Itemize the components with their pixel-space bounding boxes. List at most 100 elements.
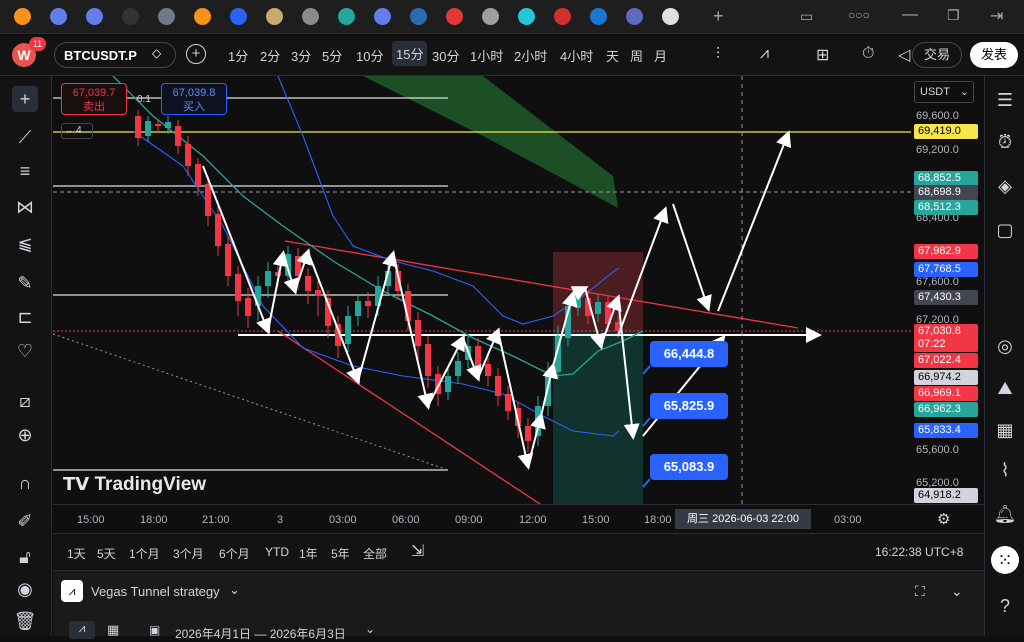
date-range-text[interactable]: 2026年4月1日 — 2026年6月3日	[175, 625, 346, 642]
range-7[interactable]: 1年	[299, 545, 318, 562]
timeframe-2[interactable]: 2分	[260, 46, 280, 65]
range-2[interactable]: 5天	[97, 545, 116, 562]
browser-tab-18[interactable]	[626, 8, 643, 25]
range-3[interactable]: 1个月	[129, 545, 160, 562]
lock-drawing-icon[interactable]: ✐	[12, 508, 38, 534]
timeframe-6[interactable]: 15分	[392, 41, 428, 66]
fib-retracement-icon[interactable]: ≡	[12, 158, 38, 184]
restore-icon[interactable]: ❐	[947, 7, 960, 24]
strategy-name[interactable]: Vegas Tunnel strategy	[91, 584, 220, 599]
heart-icon[interactable]: ♡	[12, 338, 38, 364]
layout-grid-icon[interactable]: ⊞	[816, 45, 829, 65]
magnet-icon[interactable]: ∩	[12, 470, 38, 496]
browser-tab-1[interactable]	[14, 8, 31, 25]
zoom-in-icon[interactable]: ⊕	[12, 422, 38, 448]
mountain-icon[interactable]: ⛰︎	[991, 374, 1019, 402]
exit-icon[interactable]: ⇥	[990, 6, 1003, 26]
range-9[interactable]: 全部	[363, 545, 387, 562]
prediction-icon[interactable]: ⫹	[12, 230, 38, 256]
browser-tab-9[interactable]	[302, 8, 319, 25]
timeframe-11[interactable]: 天	[606, 46, 619, 65]
clock-text[interactable]: 16:22:38 UTC+8	[875, 545, 963, 559]
browser-tab-7[interactable]	[230, 8, 247, 25]
calendar-icon[interactable]: ▦	[991, 416, 1019, 444]
browser-tab-16[interactable]	[554, 8, 571, 25]
timeframe-1[interactable]: 1分	[228, 46, 248, 65]
publish-button[interactable]: 发表	[970, 42, 1018, 68]
new-tab-icon[interactable]: +	[713, 6, 724, 27]
add-symbol-button[interactable]: +	[186, 44, 206, 64]
timeframe-7[interactable]: 30分	[432, 46, 459, 65]
trade-button[interactable]: 交易	[912, 42, 962, 68]
browser-tab-13[interactable]	[446, 8, 463, 25]
chart-view-button[interactable]: ⩘	[69, 621, 95, 639]
watchlist-icon[interactable]: ☰	[991, 86, 1019, 114]
range-8[interactable]: 5年	[331, 545, 350, 562]
chevron-down-icon[interactable]: ⌄	[365, 622, 375, 636]
buy-button[interactable]: 67,039.8 买入	[161, 83, 227, 115]
browser-tab-5[interactable]	[158, 8, 175, 25]
indicators-icon[interactable]: ⩘	[760, 45, 769, 63]
chat-icon[interactable]: ▢	[991, 216, 1019, 244]
browser-tab-17[interactable]	[590, 8, 607, 25]
price-axis[interactable]: USDT ⌄ 69,600.069,200.068,800.068,400.06…	[911, 76, 984, 504]
brush-icon[interactable]: ✎	[12, 270, 38, 296]
collapse-panel-icon[interactable]: ⌄	[951, 583, 963, 600]
timeframe-9[interactable]: 2小时	[514, 46, 547, 65]
browser-tab-6[interactable]	[194, 8, 211, 25]
range-5[interactable]: 6个月	[219, 545, 250, 562]
eye-icon[interactable]: ◉	[12, 576, 38, 602]
chart-canvas[interactable]	[53, 76, 911, 504]
sell-button[interactable]: 67,039.7 卖出	[61, 83, 127, 115]
trash-icon[interactable]: 🗑︎	[12, 608, 38, 634]
symbol-search[interactable]: BTCUSDT.P ◇	[54, 42, 176, 68]
browser-tab-12[interactable]	[410, 8, 427, 25]
browser-tab-19[interactable]	[662, 8, 679, 25]
alarm-clock-icon[interactable]: ⏰︎	[991, 128, 1019, 156]
minimize-icon[interactable]: —	[902, 6, 918, 24]
bell-icon[interactable]: 🔔︎	[991, 500, 1019, 528]
ruler-icon[interactable]: ⧄	[12, 388, 38, 414]
broadcast-icon[interactable]: ⌇	[991, 456, 1019, 484]
trend-line-icon[interactable]: ⟋	[12, 124, 38, 150]
settings-gear-icon[interactable]: ⚙	[937, 510, 950, 528]
layers-icon[interactable]: ◈	[991, 172, 1019, 200]
timeframe-4[interactable]: 5分	[322, 46, 342, 65]
timeframe-5[interactable]: 10分	[356, 46, 383, 65]
range-4[interactable]: 3个月	[173, 545, 204, 562]
timeframe-13[interactable]: 月	[654, 46, 667, 65]
apps-grid-icon[interactable]: ⁙	[991, 546, 1019, 574]
timeframe-10[interactable]: 4小时	[560, 46, 593, 65]
browser-tab-8[interactable]	[266, 8, 283, 25]
alert-add-icon[interactable]: ⏱	[862, 45, 874, 63]
pattern-icon[interactable]: ⋈	[12, 194, 38, 220]
browser-tab-3[interactable]	[86, 8, 103, 25]
timeframe-8[interactable]: 1小时	[470, 46, 503, 65]
indicator-toggle[interactable]: ⌄ 4	[61, 123, 93, 139]
candle-type-icon[interactable]: ⫶	[716, 46, 720, 64]
timeframe-12[interactable]: 周	[630, 46, 643, 65]
maximize-panel-icon[interactable]: ⛶	[915, 583, 925, 600]
browser-tab-14[interactable]	[482, 8, 499, 25]
monitor-icon[interactable]: ▭	[800, 8, 813, 25]
more-dots-icon[interactable]: ○○○	[848, 8, 870, 22]
time-axis[interactable]: 15:00 18:00 21:00 3 03:00 06:00 09:00 12:00 15:0…	[53, 504, 984, 532]
text-note-icon[interactable]: ⊏	[12, 304, 38, 330]
currency-select[interactable]: USDT ⌄	[914, 81, 974, 103]
browser-tab-10[interactable]	[338, 8, 355, 25]
range-6[interactable]: YTD	[265, 545, 289, 559]
replay-icon[interactable]: ◁	[898, 45, 910, 65]
chevron-down-icon[interactable]: ⌄	[229, 582, 240, 598]
target-icon[interactable]: ◎	[991, 332, 1019, 360]
crosshair-icon[interactable]: +	[12, 86, 38, 112]
help-icon[interactable]: ?	[991, 592, 1019, 620]
range-1[interactable]: 1天	[67, 545, 86, 562]
browser-tab-2[interactable]	[50, 8, 67, 25]
date-range-picker-icon[interactable]: ⇲	[411, 541, 424, 561]
browser-tab-15[interactable]	[518, 8, 535, 25]
browser-tab-4[interactable]	[122, 8, 139, 25]
browser-tab-11[interactable]	[374, 8, 391, 25]
timeframe-3[interactable]: 3分	[291, 46, 311, 65]
lock-icon[interactable]: 🔓︎	[12, 544, 38, 570]
price-chart[interactable]: 67,039.7 卖出 0.1 67,039.8 买入 ⌄ 4 66,444.8…	[53, 76, 911, 504]
